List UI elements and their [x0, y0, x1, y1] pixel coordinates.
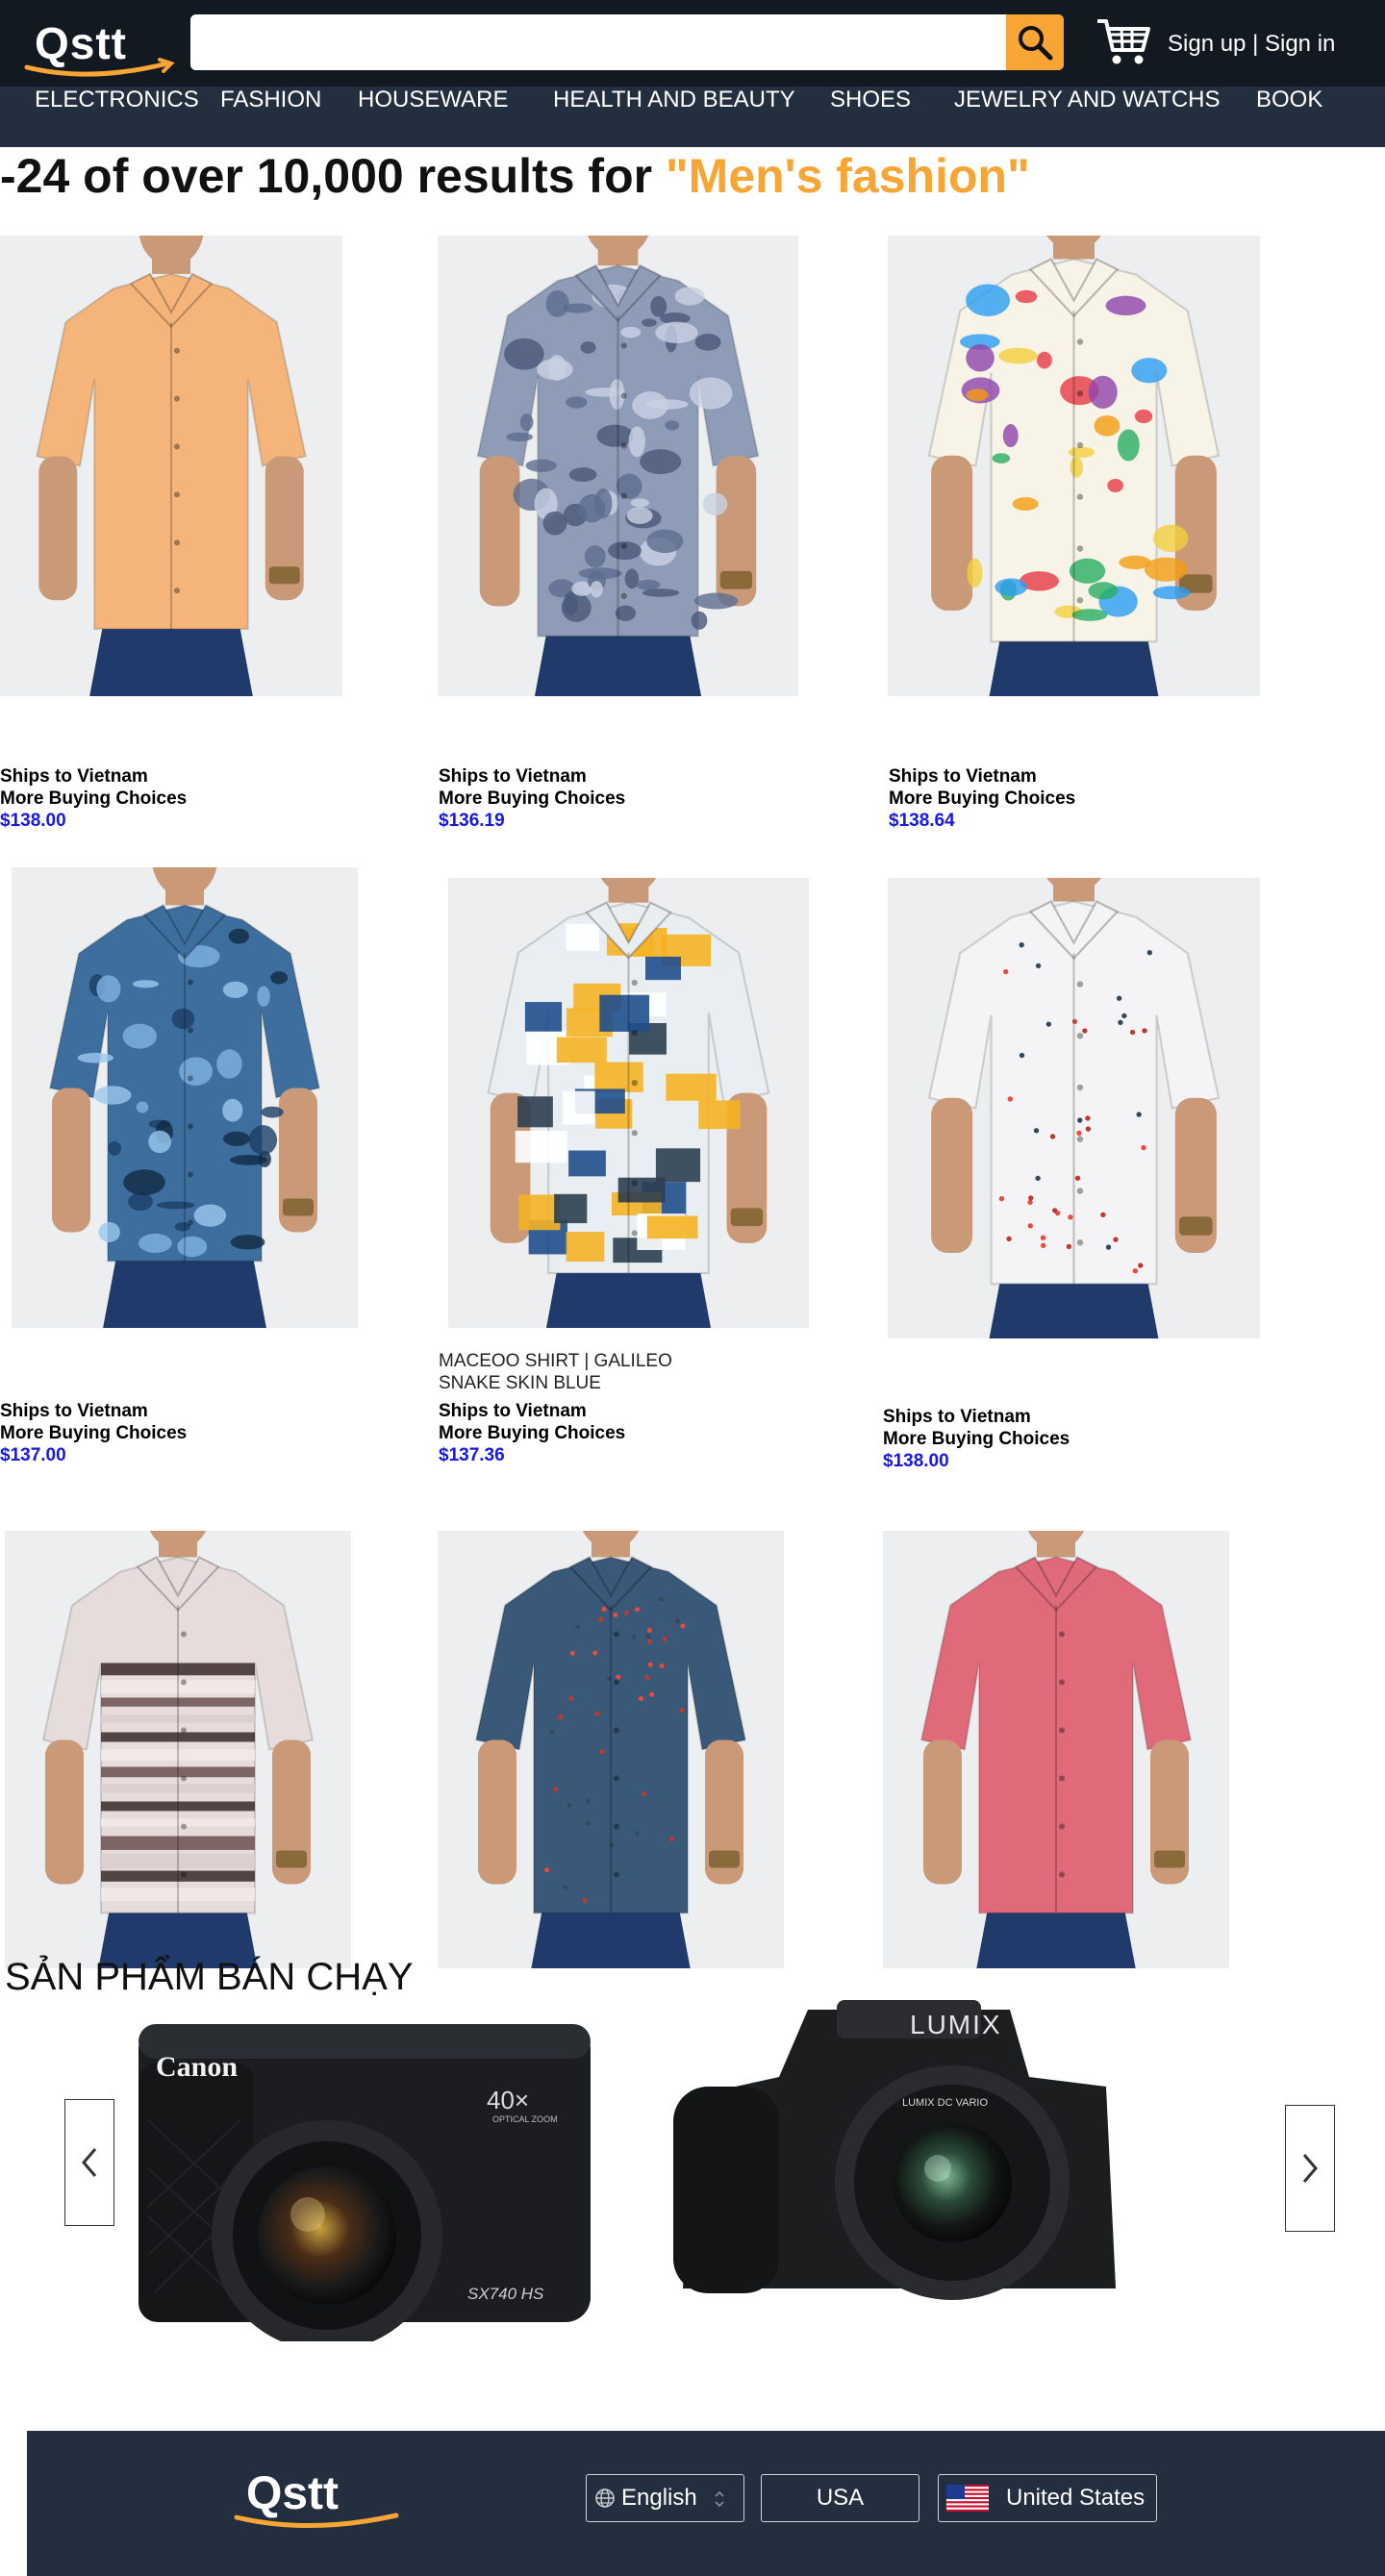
lumix-brand-text: LUMIX [910, 2010, 1002, 2039]
sign-up-link[interactable]: Sign up [1168, 31, 1246, 57]
zoom-label: 40× [487, 2086, 529, 2114]
nav-houseware[interactable]: HOUSEWARE [358, 87, 508, 147]
product-price[interactable]: $138.00 [883, 1450, 949, 1472]
language-value: English [621, 2485, 697, 2511]
nav-health-beauty[interactable]: HEALTH AND BEAUTY [553, 87, 795, 147]
product-image[interactable] [0, 236, 342, 696]
product-shipping: Ships to Vietnam [0, 766, 148, 787]
product-price[interactable]: $136.19 [439, 810, 505, 832]
language-select[interactable]: English [586, 2474, 744, 2522]
nav-electronics[interactable]: ELECTRONICS [35, 87, 199, 147]
currency-select[interactable]: USA [761, 2474, 919, 2522]
product-shipping: Ships to Vietnam [439, 766, 587, 787]
model-shirt-illustration [927, 236, 1221, 696]
lens-label: LUMIX DC VARIO [902, 2097, 988, 2109]
product-shipping: Ships to Vietnam [439, 1401, 587, 1421]
product-image[interactable] [438, 236, 798, 696]
cart-icon [1097, 19, 1150, 64]
updown-icon [715, 2490, 724, 2508]
nav-fashion[interactable]: FASHION [220, 87, 321, 147]
carousel-next-button[interactable] [1285, 2105, 1335, 2232]
nav-book[interactable]: BOOK [1256, 87, 1322, 147]
product-image[interactable] [5, 1531, 351, 1968]
top-header: Qstt Sign up | Sign in [0, 0, 1385, 87]
canon-camera-image[interactable]: Canon 40× OPTICAL ZOOM SX740 HS [135, 2005, 596, 2341]
results-heading: -24 of over 10,000 results for "Men's fa… [0, 148, 1030, 206]
currency-value: USA [816, 2485, 865, 2511]
search-icon [1019, 26, 1053, 61]
zoom-sublabel: OPTICAL ZOOM [492, 2114, 558, 2124]
product-price[interactable]: $138.64 [889, 810, 955, 832]
product-shipping: Ships to Vietnam [883, 1407, 1031, 1427]
lumix-camera-image[interactable]: LUMIX LUMIX DC VARIO [664, 1981, 1125, 2313]
chevron-right-icon [1302, 2154, 1318, 2183]
model-label: SX740 HS [467, 2285, 544, 2303]
more-buying-choices-link[interactable]: More Buying Choices [439, 788, 625, 810]
auth-links: Sign up | Sign in [1168, 31, 1335, 58]
canon-brand-text: Canon [156, 2051, 238, 2083]
product-price[interactable]: $138.00 [0, 810, 66, 832]
country-select[interactable]: United States [938, 2474, 1157, 2522]
product-price[interactable]: $137.00 [0, 1444, 66, 1466]
more-buying-choices-link[interactable]: More Buying Choices [889, 788, 1075, 810]
footer-logo-swoosh-icon [234, 2513, 399, 2529]
product-shipping: Ships to Vietnam [0, 1401, 148, 1421]
auth-separator: | [1246, 31, 1265, 57]
us-flag-icon [946, 2485, 989, 2512]
more-buying-choices-link[interactable]: More Buying Choices [883, 1428, 1070, 1450]
cart-button[interactable] [1095, 13, 1152, 71]
chevron-left-icon [82, 2148, 97, 2177]
search-query: "Men's fashion" [665, 149, 1030, 203]
product-image[interactable] [888, 878, 1260, 1338]
product-image[interactable] [883, 1531, 1229, 1968]
site-logo[interactable]: Qstt [23, 17, 177, 77]
category-nav: ELECTRONICS FASHION HOUSEWARE HEALTH AND… [0, 87, 1385, 147]
product-name[interactable]: MACEOO SHIRT | GALILEO SNAKE SKIN BLUE [439, 1350, 708, 1394]
model-shirt-illustration [476, 236, 760, 696]
more-buying-choices-link[interactable]: More Buying Choices [0, 1422, 187, 1444]
nav-jewelry-watches[interactable]: JEWELRY AND WATCHS [954, 87, 1221, 147]
model-shirt-illustration [36, 236, 307, 696]
more-buying-choices-link[interactable]: More Buying Choices [439, 1422, 625, 1444]
more-buying-choices-link[interactable]: More Buying Choices [0, 788, 187, 810]
model-shirt-illustration [41, 1531, 315, 1968]
footer-logo[interactable]: Qstt [233, 2467, 399, 2529]
product-image[interactable] [12, 867, 358, 1328]
model-shirt-illustration [474, 1531, 747, 1968]
country-value: United States [1006, 2485, 1146, 2511]
model-shirt-illustration [48, 867, 321, 1328]
logo-swoosh-icon [24, 58, 175, 77]
product-image[interactable] [888, 236, 1260, 696]
globe-icon [595, 2488, 615, 2508]
carousel-prev-button[interactable] [64, 2099, 114, 2226]
product-image[interactable] [438, 1531, 784, 1968]
product-shipping: Ships to Vietnam [889, 766, 1037, 787]
best-sellers-title: SẢN PHẨM BÁN CHẠY [5, 1956, 414, 1998]
product-price[interactable]: $137.36 [439, 1444, 505, 1466]
model-shirt-illustration [919, 1531, 1193, 1968]
search-bar [190, 14, 1064, 70]
model-shirt-illustration [487, 878, 770, 1328]
results-count: -24 of over 10,000 results for [0, 149, 666, 203]
footer: Qstt English USA United States [27, 2431, 1385, 2576]
search-button[interactable] [1006, 14, 1064, 70]
search-input[interactable] [190, 14, 1006, 70]
product-image[interactable] [448, 878, 809, 1328]
sign-in-link[interactable]: Sign in [1265, 31, 1335, 57]
nav-shoes[interactable]: SHOES [830, 87, 911, 147]
model-shirt-illustration [927, 878, 1221, 1338]
